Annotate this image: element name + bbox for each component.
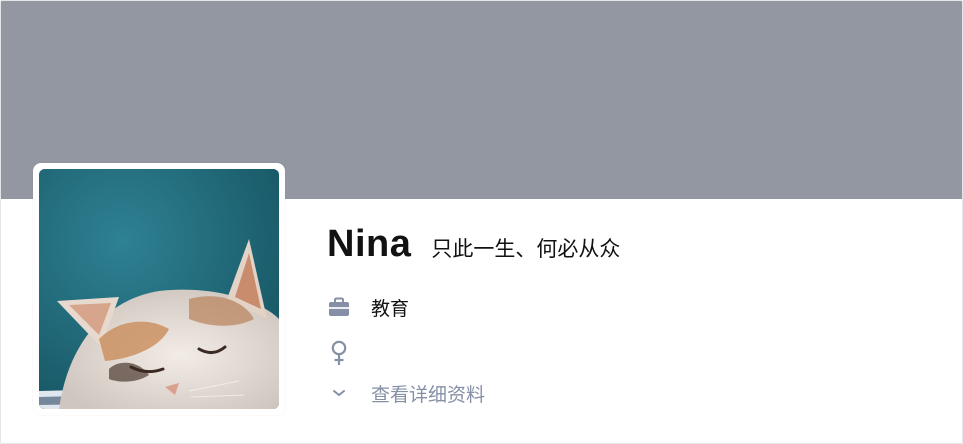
view-details-label: 查看详细资料 — [371, 383, 486, 406]
gender-row — [327, 337, 351, 369]
cat-photo-icon — [39, 169, 279, 409]
industry-row: 教育 — [327, 291, 409, 323]
profile-headline: 只此一生、何必从众 — [431, 237, 621, 261]
title-row: Nina 只此一生、何必从众 — [327, 223, 620, 271]
view-details-button[interactable]: 查看详细资料 — [327, 377, 485, 409]
profile-card: Nina 只此一生、何必从众 教育 查看详细资料 — [0, 0, 963, 444]
briefcase-icon — [327, 297, 351, 317]
chevron-down-icon — [327, 388, 351, 398]
profile-info: Nina 只此一生、何必从众 教育 查看详细资料 — [327, 223, 620, 406]
female-icon — [327, 340, 351, 366]
industry-label: 教育 — [371, 297, 410, 320]
avatar[interactable] — [39, 169, 279, 409]
profile-name: Nina — [327, 223, 412, 265]
avatar-frame — [33, 163, 285, 415]
